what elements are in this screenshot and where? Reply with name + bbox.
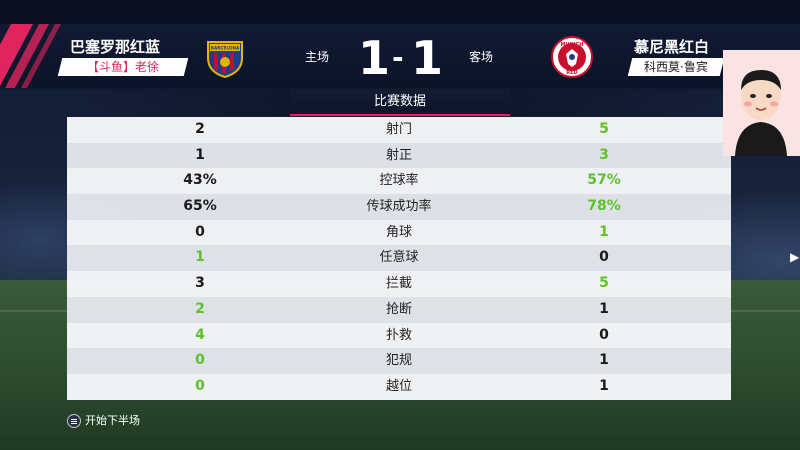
away-team-name: 慕尼黑红白 xyxy=(634,38,710,56)
start-second-half-button[interactable]: 开始下半场 xyxy=(67,413,140,429)
home-side-label: 主场 xyxy=(305,50,330,64)
away-stat-value: 0 xyxy=(599,249,609,266)
away-stat-value: 5 xyxy=(599,275,609,292)
home-team-tag: 【斗鱼】老徐 xyxy=(57,58,189,76)
stat-row: 1 射正 3 xyxy=(67,142,731,169)
home-stat-value: 65% xyxy=(183,198,217,215)
away-stat-value: 5 xyxy=(599,121,609,137)
home-stat-value: 43% xyxy=(183,172,217,189)
stat-label: 犯规 xyxy=(385,353,412,369)
away-side-label: 客场 xyxy=(469,50,494,64)
stat-row: 65% 传球成功率 78% xyxy=(67,194,731,220)
away-team-tag: 科西莫·鲁宾 xyxy=(627,58,725,76)
stats-table: 2 射门 5 1 射正 3 43% 控球率 57% 65% 传球成功率 78% 0 角球 1 1 任意球 0 3 拦截… xyxy=(67,117,731,400)
away-stat-value: 1 xyxy=(599,377,609,394)
away-stat-value: 0 xyxy=(599,326,609,343)
stat-row: 3 拦截 5 xyxy=(67,271,731,297)
stat-row: 2 抢断 1 xyxy=(67,296,731,323)
stat-label: 扑救 xyxy=(385,327,412,343)
streamer-avatar xyxy=(723,50,800,156)
away-stat-value: 1 xyxy=(599,223,609,240)
away-score: 1 xyxy=(411,31,444,85)
away-crest-text-bottom: RED xyxy=(566,70,577,76)
home-stat-value: 0 xyxy=(195,377,205,394)
home-stat-value: 1 xyxy=(195,146,205,163)
stats-title: 比赛数据 xyxy=(70,90,730,116)
home-score: 1 xyxy=(358,31,391,85)
away-stat-value: 57% xyxy=(587,172,621,189)
menu-button-icon xyxy=(67,414,81,428)
stat-label: 拦截 xyxy=(385,276,412,292)
start-second-half-label: 开始下半场 xyxy=(85,414,140,427)
stat-label: 射门 xyxy=(385,122,412,137)
stat-row: 0 犯规 1 xyxy=(67,348,731,374)
home-stat-value: 2 xyxy=(195,121,205,137)
home-stat-value: 2 xyxy=(195,300,205,317)
stat-label: 角球 xyxy=(385,224,412,240)
munich-crest-icon: MUNICH RED xyxy=(551,36,593,78)
away-stat-value: 3 xyxy=(599,146,609,163)
stat-row: 0 角球 1 xyxy=(67,219,731,246)
top-strip xyxy=(0,0,800,24)
away-stat-value: 78% xyxy=(587,198,621,215)
home-stat-value: 0 xyxy=(195,223,205,240)
home-crest-text: BARCELONA xyxy=(211,46,240,51)
home-stat-value: 4 xyxy=(195,326,205,343)
stat-label: 射正 xyxy=(385,147,412,163)
home-team-tag-text: 【斗鱼】老徐 xyxy=(86,60,159,74)
away-stat-value: 1 xyxy=(599,300,609,317)
stat-row: 43% 控球率 57% xyxy=(67,168,731,195)
away-stat-value: 1 xyxy=(599,352,609,369)
stat-label: 抢断 xyxy=(385,301,412,317)
away-team-tag-text: 科西莫·鲁宾 xyxy=(644,60,708,74)
stat-row: 0 越位 1 xyxy=(67,373,731,400)
stat-row: 2 射门 5 xyxy=(67,117,731,143)
barcelona-crest-icon: BARCELONA xyxy=(207,41,243,78)
stat-row: 4 扑救 0 xyxy=(67,322,731,349)
home-stat-value: 3 xyxy=(195,275,205,292)
chevron-right-icon: ▶ xyxy=(790,250,800,264)
stat-label: 越位 xyxy=(385,378,412,394)
home-team-name: 巴塞罗那红蓝 xyxy=(70,38,161,56)
score-separator: - xyxy=(392,41,404,74)
stat-label: 传球成功率 xyxy=(366,199,432,215)
stat-row: 1 任意球 0 xyxy=(67,245,731,272)
away-crest-text-top: MUNICH xyxy=(561,42,584,48)
stat-label: 控球率 xyxy=(379,173,419,189)
home-stat-value: 1 xyxy=(195,249,205,266)
stat-label: 任意球 xyxy=(379,250,419,266)
home-stat-value: 0 xyxy=(195,352,205,369)
